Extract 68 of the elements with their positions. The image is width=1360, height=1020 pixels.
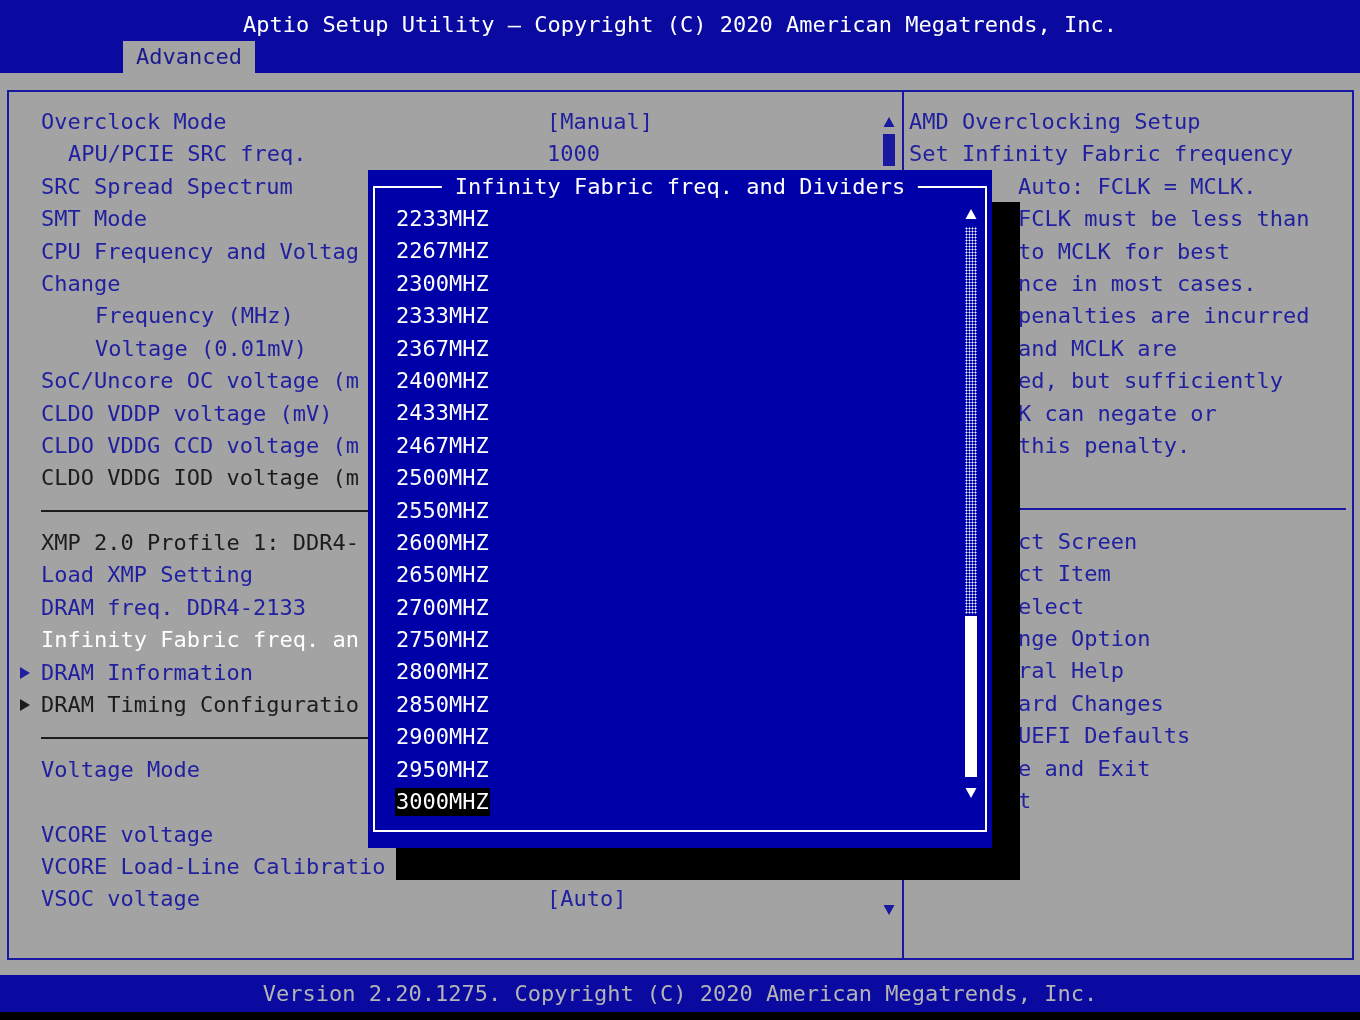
scroll-down-icon — [965, 787, 977, 799]
frequency-option[interactable]: 2333MHZ — [395, 302, 490, 331]
help-text: FCLK must be less than — [1018, 205, 1310, 234]
frequency-option[interactable]: 2267MHZ — [395, 237, 490, 266]
frequency-option[interactable]: 2367MHZ — [395, 334, 490, 363]
scroll-down-icon — [883, 904, 895, 916]
frequency-option[interactable]: 2467MHZ — [395, 431, 490, 460]
menu-tab[interactable]: Advanced — [123, 41, 255, 73]
help-text: nce in most cases. — [1018, 269, 1257, 298]
setting-label[interactable]: Frequency (MHz) — [95, 303, 294, 329]
setting-label[interactable]: Voltage (0.01mV) — [95, 335, 307, 361]
frequency-option[interactable]: 2900MHZ — [395, 723, 490, 752]
key-hint: ct Item — [1018, 560, 1111, 589]
scrollbar[interactable] — [965, 227, 977, 777]
setting-label[interactable]: CLDO VDDG CCD voltage (m — [41, 432, 359, 458]
key-hint: elect — [1018, 592, 1085, 621]
scrollbar-thumb[interactable] — [883, 134, 895, 166]
help-text: Auto: FCLK = MCLK. — [1018, 172, 1257, 201]
frequency-option[interactable]: 2850MHZ — [395, 690, 490, 719]
setting-label[interactable]: CPU Frequency and Voltag — [41, 238, 359, 264]
help-text: AMD Overclocking Setup — [909, 108, 1201, 136]
setting-label[interactable]: Load XMP Setting — [41, 562, 253, 588]
frequency-option[interactable]: 2650MHZ — [395, 561, 490, 590]
setting-value[interactable]: [Auto] — [547, 883, 627, 916]
help-text: ed, but sufficiently — [1018, 367, 1283, 396]
key-hint: e and Exit — [1018, 754, 1151, 783]
help-text: Set Infinity Fabric frequency — [909, 140, 1294, 169]
setting-value[interactable]: 1000 — [547, 138, 600, 171]
setting-label[interactable]: VCORE Load-Line Calibratio — [41, 854, 386, 879]
version-footer: Version 2.20.1275. Copyright (C) 2020 American Megatrends, Inc. — [0, 975, 1360, 1012]
setting-label[interactable]: CLDO VDDP voltage (mV) — [41, 400, 333, 426]
frequency-option[interactable]: 2750MHZ — [395, 626, 490, 655]
frequency-option[interactable]: 2400MHZ — [395, 366, 490, 395]
frequency-option[interactable]: 2500MHZ — [395, 464, 490, 493]
frequency-option[interactable]: 2700MHZ — [395, 593, 490, 622]
setting-value[interactable]: [Manual] — [547, 106, 653, 139]
frequency-option[interactable]: 2600MHZ — [395, 528, 490, 557]
frequency-option[interactable]: 2433MHZ — [395, 399, 490, 428]
setting-label[interactable]: Change — [41, 270, 121, 296]
frequency-option[interactable]: 2950MHZ — [395, 755, 490, 784]
help-text: to MCLK for best — [1018, 237, 1230, 266]
setting-label[interactable]: APU/PCIE SRC freq. — [68, 141, 307, 167]
setting-label[interactable]: SoC/Uncore OC voltage (m — [41, 368, 359, 394]
setting-label[interactable]: VCORE voltage — [41, 821, 214, 847]
frequency-option[interactable]: 3000MHZ — [395, 788, 490, 817]
key-hint: ral Help — [1018, 657, 1124, 686]
window-title: Aptio Setup Utility – Copyright (C) 2020 American Megatrends, Inc. — [241, 11, 1119, 39]
help-text: penalties are incurred — [1018, 302, 1310, 331]
setting-label[interactable]: VSOC voltage — [41, 886, 200, 912]
frequency-option[interactable]: 2800MHZ — [395, 658, 490, 687]
key-hint: nge Option — [1018, 624, 1151, 653]
key-hint: ct Screen — [1018, 527, 1138, 556]
scroll-up-icon — [883, 116, 895, 128]
key-hint: t — [1018, 786, 1032, 815]
help-text: this penalty. — [1018, 431, 1191, 460]
setting-label[interactable]: SMT Mode — [41, 206, 147, 232]
frequency-option[interactable]: 2233MHZ — [395, 205, 490, 233]
key-hint: ard Changes — [1018, 689, 1164, 718]
frequency-option[interactable]: 2300MHZ — [395, 269, 490, 298]
frequency-option[interactable]: 2550MHZ — [395, 496, 490, 525]
setting-label[interactable]: DRAM freq. DDR4-2133 — [41, 594, 306, 620]
setting-label[interactable]: DRAM Information — [41, 659, 253, 685]
setting-label[interactable]: Voltage Mode — [41, 756, 200, 782]
key-hint: UEFI Defaults — [1018, 722, 1191, 751]
setting-label[interactable]: Overclock Mode — [41, 109, 227, 134]
setting-label[interactable]: SRC Spread Spectrum — [41, 173, 293, 199]
scroll-up-icon — [965, 208, 977, 220]
help-text: and MCLK are — [1018, 334, 1177, 363]
